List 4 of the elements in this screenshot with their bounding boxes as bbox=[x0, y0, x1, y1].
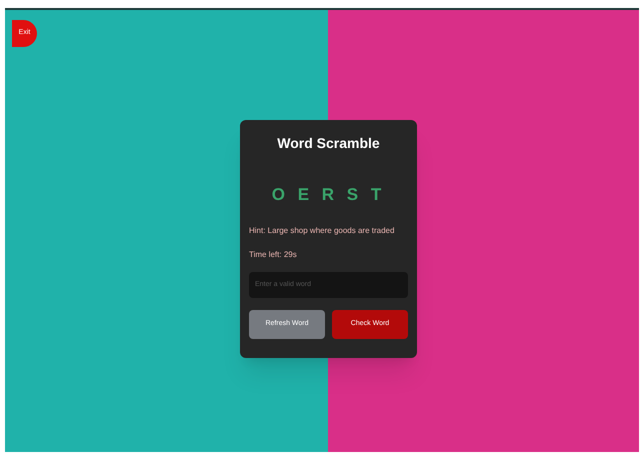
timer-text: Time left: 29s bbox=[249, 248, 297, 260]
hint-text: Hint: Large shop where goods are traded bbox=[249, 224, 394, 236]
scrambled-word: O E R S T bbox=[272, 184, 386, 206]
card-title: Word Scramble bbox=[277, 134, 380, 153]
